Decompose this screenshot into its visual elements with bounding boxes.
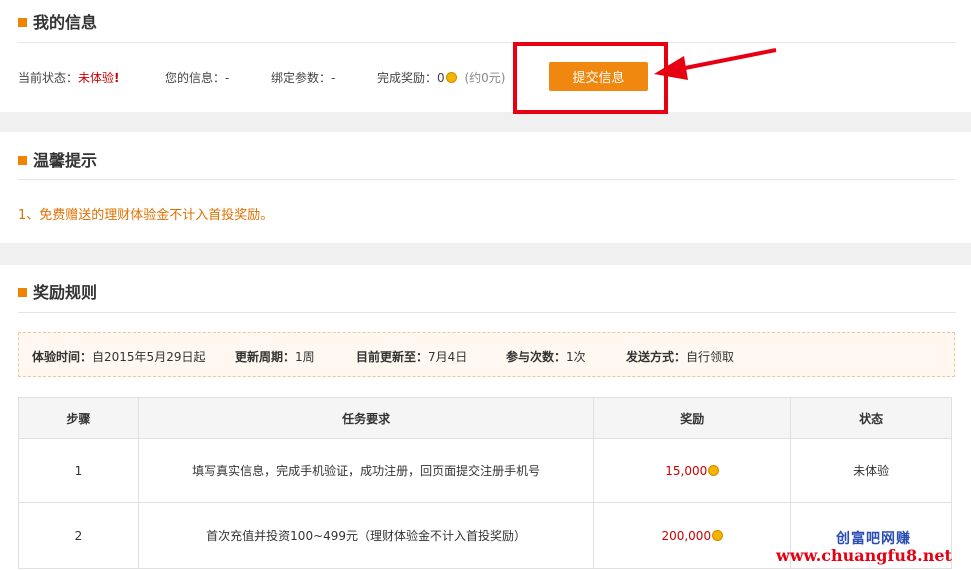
- participation-times: 参与次数：1次: [506, 350, 586, 364]
- reward-cell: 15,000: [593, 438, 792, 503]
- rules-info-bar: 体验时间：自2015年5月29日起 更新周期：1周 目前更新至：7月4日 参与次…: [18, 332, 955, 377]
- task-cell: 首次充值并投资100~499元（理财体验金不计入首投奖励）: [137, 502, 595, 569]
- reward-cell: 200,000: [593, 502, 792, 569]
- step-cell: 2: [18, 502, 139, 569]
- delivery-method: 发送方式：自行领取: [626, 350, 735, 364]
- watermark-url: www.chuangfu8.net: [776, 546, 952, 565]
- coin-icon: [445, 72, 457, 83]
- exclamation-icon: !: [114, 71, 120, 85]
- updated-to: 目前更新至：7月4日: [356, 350, 468, 364]
- header-step: 步骤: [18, 397, 139, 439]
- experience-time: 体验时间：自2015年5月29日起: [32, 350, 206, 364]
- divider: [18, 179, 956, 180]
- coin-icon: [708, 464, 720, 476]
- bind-params: 绑定参数：-: [271, 71, 336, 85]
- tip-line: 1、免费赠送的理财体验金不计入首投奖励。: [18, 208, 274, 223]
- rules-title: 奖励规则: [18, 279, 97, 303]
- my-info-title: 我的信息: [18, 9, 97, 33]
- divider: [18, 42, 956, 43]
- header-status: 状态: [790, 397, 952, 439]
- update-cycle: 更新周期：1周: [235, 350, 315, 364]
- submit-info-button[interactable]: 提交信息: [549, 62, 648, 91]
- bullet-square-icon: [18, 18, 27, 27]
- task-table: 步骤 任务要求 奖励 状态 1 填写真实信息，完成手机验证，成功注册，回页面提交…: [18, 397, 952, 569]
- tips-panel: 温馨提示: [0, 132, 971, 243]
- divider: [18, 312, 956, 313]
- bullet-square-icon: [18, 156, 27, 165]
- tips-title: 温馨提示: [18, 147, 97, 171]
- status-cell: 未体验: [790, 438, 952, 503]
- task-cell: 填写真实信息，完成手机验证，成功注册，回页面提交注册手机号: [137, 438, 595, 503]
- status-value: 未体验: [78, 71, 115, 85]
- watermark-logo-text: 创富吧网赚: [836, 531, 911, 547]
- header-reward: 奖励: [593, 397, 792, 439]
- current-status: 当前状态：未体验!: [18, 71, 120, 85]
- coin-icon: [712, 529, 724, 541]
- header-task: 任务要求: [137, 397, 595, 439]
- table-header-row: 步骤 任务要求 奖励 状态: [18, 397, 952, 439]
- your-info: 您的信息：-: [165, 71, 230, 85]
- reward-approx: (约0元): [464, 71, 506, 85]
- table-row: 1 填写真实信息，完成手机验证，成功注册，回页面提交注册手机号 15,000 未…: [18, 438, 952, 503]
- complete-reward: 完成奖励：0 (约0元): [377, 71, 506, 85]
- bullet-square-icon: [18, 288, 27, 297]
- step-cell: 1: [18, 438, 139, 503]
- red-arrow-icon: [654, 48, 777, 80]
- my-info-panel: 我的信息 当前状态：未体验! 您的信息：- 绑定参数：- 完成奖励：0 (约0元…: [0, 0, 971, 114]
